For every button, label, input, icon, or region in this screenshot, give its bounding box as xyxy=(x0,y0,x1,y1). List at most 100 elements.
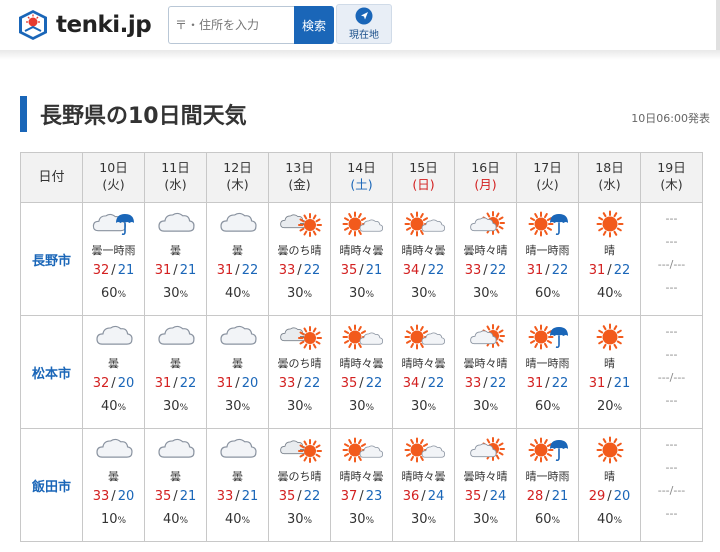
temp-separator: / xyxy=(421,263,426,278)
sun-occasional-cloud-icon xyxy=(404,324,445,350)
prob-unit: % xyxy=(613,516,623,526)
day-of-week: (木) xyxy=(660,177,683,192)
weather-icon-box xyxy=(517,322,578,352)
cloudy-icon xyxy=(95,438,133,458)
weather-icon-box xyxy=(83,435,144,465)
temperature: 31/22 xyxy=(517,376,578,393)
weather-icon-box xyxy=(517,435,578,465)
prob-value: 30 xyxy=(472,286,490,301)
weather-telop: 晴一時雨 xyxy=(525,470,570,483)
prob-value: 30 xyxy=(472,512,490,527)
city-link[interactable]: 長野市 xyxy=(32,254,71,269)
weather-telop: 曇のち晴 xyxy=(277,470,322,483)
temp-separator: / xyxy=(111,376,116,391)
unavailable-icon: --- xyxy=(665,212,678,225)
max-temp: 33 xyxy=(278,376,296,391)
day-header: 17日 (火) xyxy=(516,152,579,203)
prob-unit: % xyxy=(179,403,189,413)
prob-value: 30 xyxy=(348,286,366,301)
max-temp: 35 xyxy=(340,263,358,278)
max-temp: 31 xyxy=(154,376,172,391)
prob-value: 30 xyxy=(410,399,428,414)
sun-occasional-cloud-icon xyxy=(342,324,383,350)
city-forecast-row: 松本市 曇 32/20 40% 曇 31/22 30% 曇 31/20 30% … xyxy=(20,315,703,429)
temp-separator: / xyxy=(421,376,426,391)
prob-unit: % xyxy=(489,516,499,526)
site-header: tenki.jp 検索 現在地 xyxy=(0,0,720,58)
temp-separator: / xyxy=(235,263,240,278)
temp-separator: / xyxy=(297,489,302,504)
max-temp: 29 xyxy=(588,489,606,504)
forecast-cell: 曇 33/20 10% xyxy=(82,428,145,542)
max-temp: 31 xyxy=(588,263,606,278)
weather-icon-box xyxy=(455,209,516,239)
address-search-input[interactable] xyxy=(168,6,294,44)
weather-icon-box xyxy=(393,435,454,465)
address-search: 検索 xyxy=(168,6,334,44)
day-date: 14日 xyxy=(347,160,376,175)
weather-icon-box xyxy=(331,209,392,239)
unavailable-telop: --- xyxy=(665,235,678,248)
day-of-week: (日) xyxy=(412,177,435,192)
min-temp: 21 xyxy=(117,263,135,278)
prob-value: 10 xyxy=(100,512,118,527)
site-logo[interactable]: tenki.jp xyxy=(16,8,152,42)
prob-value: 60 xyxy=(100,286,118,301)
cloudy-icon xyxy=(219,212,257,232)
weather-telop: 曇 xyxy=(232,357,243,370)
page-title-row: 長野県の10日間天気 10日06:00発表 xyxy=(20,94,710,134)
temp-separator: / xyxy=(111,489,116,504)
weather-icon-box xyxy=(579,435,640,465)
precipitation-probability: 40% xyxy=(145,512,206,527)
min-temp: 21 xyxy=(241,489,259,504)
min-temp: 22 xyxy=(303,489,321,504)
prob-unit: % xyxy=(427,290,437,300)
min-temp: 22 xyxy=(303,263,321,278)
weather-icon-box xyxy=(269,209,330,239)
unavailable-prob: --- xyxy=(665,507,678,520)
unavailable-icon: --- xyxy=(665,438,678,451)
day-date: 19日 xyxy=(657,160,686,175)
day-header: 15日 (日) xyxy=(392,152,455,203)
prob-unit: % xyxy=(241,290,251,300)
temperature: 32/21 xyxy=(83,263,144,280)
temperature: 33/22 xyxy=(269,376,330,393)
cloudy-icon xyxy=(157,438,195,458)
city-link[interactable]: 飯田市 xyxy=(32,480,71,495)
weather-icon-box xyxy=(269,435,330,465)
weather-icon-box xyxy=(393,209,454,239)
weather-icon-box xyxy=(393,322,454,352)
unavailable-cell: --- --- ---/--- --- xyxy=(640,202,703,316)
forecast-cell: 曇のち晴 33/22 30% xyxy=(268,315,331,429)
temperature: 31/22 xyxy=(517,263,578,280)
temperature: 31/22 xyxy=(207,263,268,280)
weather-telop: 曇一時雨 xyxy=(91,244,136,257)
day-date: 13日 xyxy=(285,160,314,175)
min-temp: 21 xyxy=(551,489,569,504)
current-location-button[interactable]: 現在地 xyxy=(336,4,392,44)
temp-separator: / xyxy=(607,489,612,504)
prob-value: 30 xyxy=(410,512,428,527)
temp-separator: / xyxy=(483,263,488,278)
forecast-cell: 曇 31/20 30% xyxy=(206,315,269,429)
weather-icon-box xyxy=(145,322,206,352)
max-temp: 33 xyxy=(216,489,234,504)
precipitation-probability: 30% xyxy=(393,399,454,414)
weather-telop: 晴時々曇 xyxy=(339,244,384,257)
day-header: 12日 (木) xyxy=(206,152,269,203)
city-cell: 松本市 xyxy=(20,315,83,429)
temperature: 34/22 xyxy=(393,263,454,280)
temp-separator: / xyxy=(545,489,550,504)
temp-separator: / xyxy=(235,376,240,391)
temp-separator: / xyxy=(297,376,302,391)
sun-occasional-cloud-icon xyxy=(342,437,383,463)
precipitation-probability: 30% xyxy=(331,286,392,301)
temperature: 35/21 xyxy=(331,263,392,280)
unavailable-temp: ---/--- xyxy=(657,258,686,271)
prob-value: 60 xyxy=(534,399,552,414)
precipitation-probability: 30% xyxy=(393,286,454,301)
max-temp: 35 xyxy=(464,489,482,504)
day-date: 12日 xyxy=(223,160,252,175)
search-button[interactable]: 検索 xyxy=(294,6,334,44)
city-link[interactable]: 松本市 xyxy=(32,367,71,382)
